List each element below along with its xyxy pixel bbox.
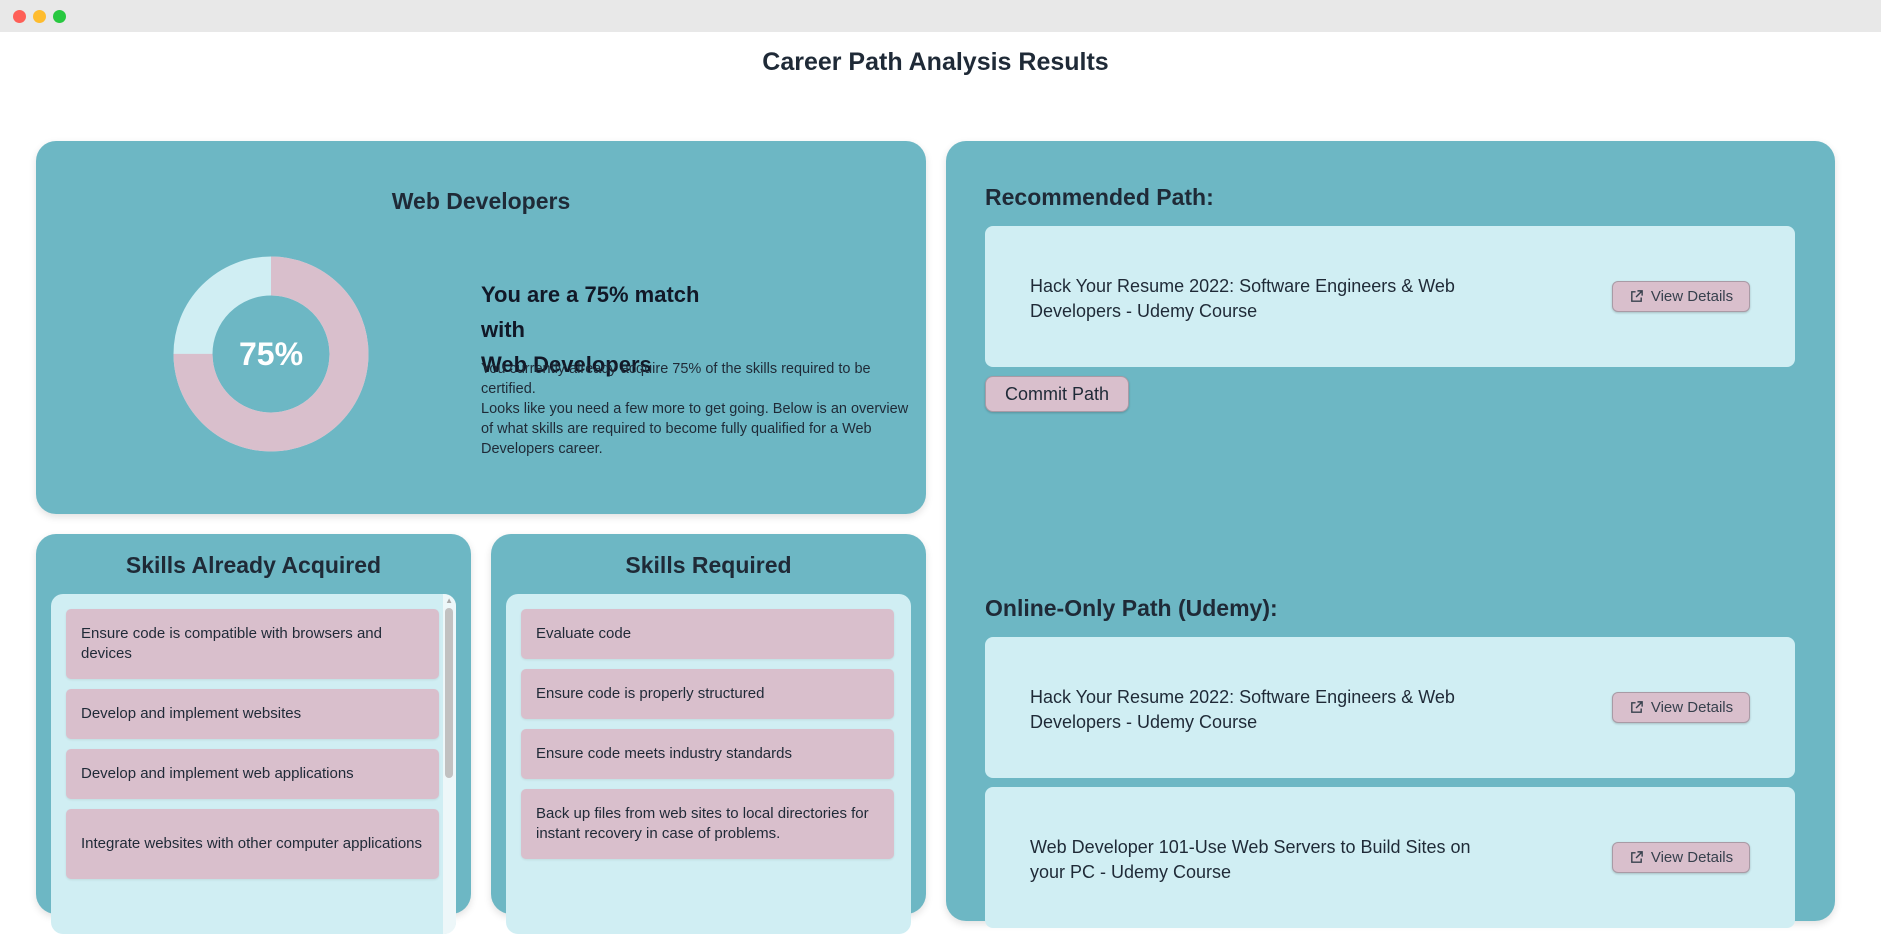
external-link-icon	[1630, 290, 1643, 302]
match-donut-chart: 75%	[173, 256, 369, 452]
maximize-window-icon[interactable]	[53, 10, 66, 23]
skill-required-item: Ensure code meets industry standards	[521, 729, 894, 779]
recommended-course-card: Hack Your Resume 2022: Software Engineer…	[985, 226, 1795, 367]
match-description: You currently already acquire 75% of the…	[481, 359, 911, 459]
external-link-icon	[1630, 851, 1643, 863]
view-details-button[interactable]: View Details	[1612, 281, 1750, 312]
career-heading: Web Developers	[391, 188, 571, 214]
match-description-line1: You currently already acquire 75% of the…	[481, 361, 871, 397]
commit-path-button[interactable]: Commit Path	[985, 376, 1129, 412]
course-name: Hack Your Resume 2022: Software Engineer…	[1030, 276, 1455, 321]
scroll-up-arrow-icon[interactable]: ▲	[445, 596, 453, 605]
online-path-title: Online-Only Path (Udemy):	[985, 595, 1278, 621]
skills-required-list: Evaluate code Ensure code is properly st…	[521, 609, 894, 869]
skills-acquired-title: Skills Already Acquired	[125, 552, 382, 578]
skills-required-list-panel[interactable]: Evaluate code Ensure code is properly st…	[506, 594, 911, 934]
skill-acquired-item: Integrate websites with other computer a…	[66, 809, 439, 879]
view-details-label: View Details	[1650, 288, 1734, 305]
donut-percent-label: 75%	[239, 336, 303, 372]
course-name: Hack Your Resume 2022: Software Engineer…	[1030, 687, 1455, 732]
view-details-button[interactable]: View Details	[1612, 692, 1750, 723]
online-course-card: Web Developer 101-Use Web Servers to Bui…	[985, 787, 1795, 928]
view-details-button[interactable]: View Details	[1612, 842, 1750, 873]
skills-required-card: Skills Required Evaluate code Ensure cod…	[491, 534, 926, 934]
skill-required-item: Back up files from web sites to local di…	[521, 789, 894, 859]
skills-acquired-list: Ensure code is compatible with browsers …	[66, 609, 439, 889]
minimize-window-icon[interactable]	[33, 10, 46, 23]
window-titlebar	[0, 0, 1881, 32]
skills-required-title: Skills Required	[625, 552, 792, 578]
skills-acquired-list-panel[interactable]: Ensure code is compatible with browsers …	[51, 594, 456, 934]
match-card: Web Developers 75% You are a 75% match w…	[36, 141, 926, 514]
view-details-label: View Details	[1650, 849, 1734, 866]
skill-acquired-item: Ensure code is compatible with browsers …	[66, 609, 439, 679]
match-headline-line1: You are a 75% match with	[481, 282, 700, 342]
external-link-icon	[1630, 701, 1643, 713]
view-details-label: View Details	[1650, 699, 1734, 716]
skill-required-item: Evaluate code	[521, 609, 894, 659]
skill-acquired-item: Develop and implement web applications	[66, 749, 439, 799]
course-name: Web Developer 101-Use Web Servers to Bui…	[1030, 837, 1471, 882]
recommended-path-title: Recommended Path:	[985, 184, 1214, 210]
online-course-card: Hack Your Resume 2022: Software Engineer…	[985, 637, 1795, 778]
skill-acquired-item: Develop and implement websites	[66, 689, 439, 739]
skills-acquired-scrollbar[interactable]: ▲	[443, 594, 456, 934]
match-description-line2: Looks like you need a few more to get go…	[481, 401, 909, 457]
career-paths-card: Recommended Path: Hack Your Resume 2022:…	[946, 141, 1835, 928]
scrollbar-thumb[interactable]	[445, 608, 453, 778]
page-title: Career Path Analysis Results	[762, 48, 1109, 76]
skill-required-item: Ensure code is properly structured	[521, 669, 894, 719]
skills-acquired-card: Skills Already Acquired Ensure code is c…	[36, 534, 471, 934]
close-window-icon[interactable]	[13, 10, 26, 23]
